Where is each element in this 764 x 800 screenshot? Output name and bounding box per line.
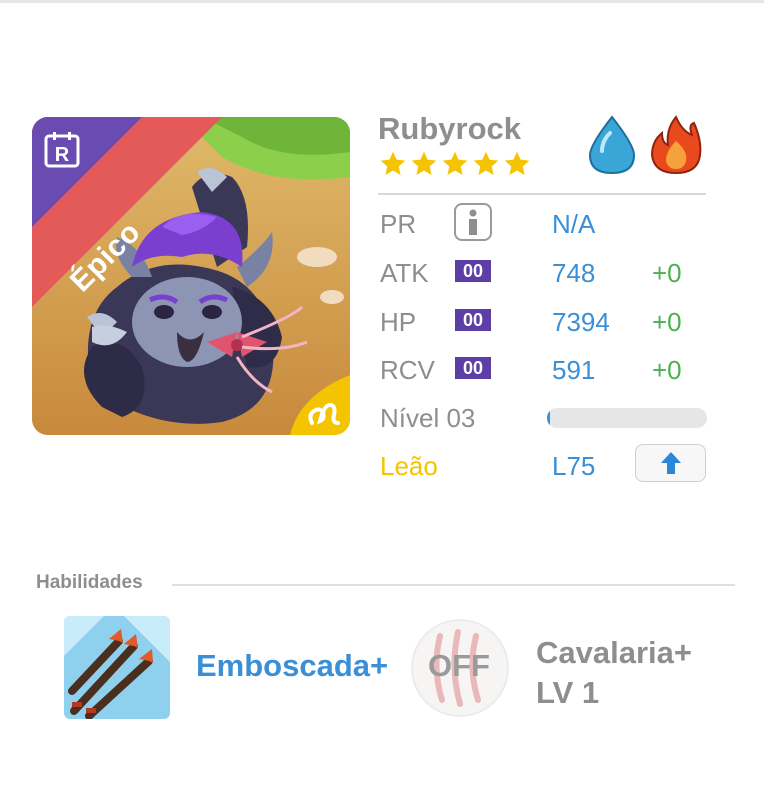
leader-skill-name[interactable]: Cavalaria+ LV 1 [536,633,692,713]
atk-bonus: +0 [652,258,682,288]
zodiac-label: Leão [380,451,438,481]
leader-skill-status: OFF [428,648,490,683]
leo-zodiac-icon [290,375,350,435]
ambush-skill-icon[interactable] [64,616,170,719]
rcv-bonus: +0 [652,355,682,385]
pr-label: PR [380,209,417,239]
skills-section-title: Habilidades [36,572,143,593]
level-label: Nível 03 [380,403,476,433]
skills-divider [172,584,735,586]
atk-value: 748 [552,258,596,288]
star-icon [442,151,468,175]
arrow-up-icon [660,452,681,474]
info-icon [469,209,477,235]
atk-label: ATK [380,258,429,288]
hp-plus-badge: 00 [455,309,491,331]
active-skill-name[interactable]: Emboscada+ [196,648,388,684]
hp-value: 7394 [552,307,610,337]
rcv-value: 591 [552,355,596,385]
header-divider [378,193,706,195]
leader-skill-level: LV 1 [536,675,600,710]
rcv-plus-badge: 00 [455,357,491,379]
info-button[interactable] [454,203,492,241]
water-drop-icon [588,115,636,175]
fire-icon [650,115,702,175]
upgrade-button[interactable] [635,444,706,482]
monster-name: Rubyrock [378,111,521,146]
atk-plus-badge: 00 [455,260,491,282]
star-icon [504,151,530,175]
svg-text:R: R [55,144,70,166]
rarity-badge-icon: R [43,130,83,170]
zodiac-level-value: L75 [552,451,596,481]
xp-progress-bar [547,408,707,428]
star-rating [379,150,531,178]
hp-bonus: +0 [652,307,682,337]
star-icon [380,151,406,175]
leader-skill-title: Cavalaria+ [536,635,692,670]
top-divider [0,0,764,3]
xp-progress-fill [547,408,551,428]
pr-value: N/A [552,209,596,239]
star-icon [473,151,499,175]
monster-portrait[interactable]: R Épico [32,117,350,435]
star-icon [411,151,437,175]
rcv-label: RCV [380,355,435,385]
hp-label: HP [380,307,417,337]
